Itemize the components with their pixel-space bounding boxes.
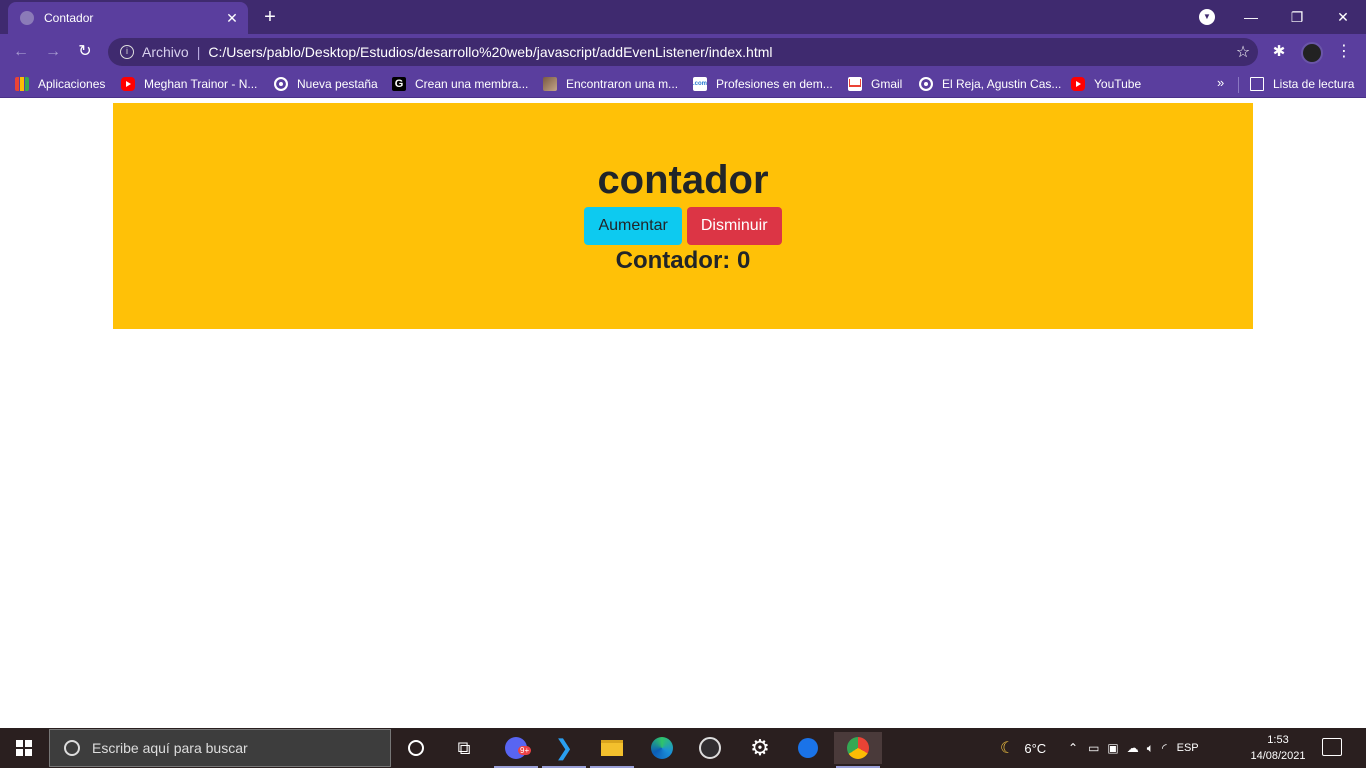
taskbar-clock[interactable]: 1:53 14/08/2021 — [1244, 732, 1312, 764]
page-favicon-icon — [20, 11, 34, 25]
browser-tab[interactable]: Contador ✕ — [8, 2, 248, 34]
reload-icon[interactable]: ↻ — [72, 39, 98, 65]
clock-date: 14/08/2021 — [1250, 750, 1306, 762]
url-text[interactable]: C:/Users/pablo/Desktop/Estudios/desarrol… — [208, 44, 1228, 60]
image-icon — [543, 77, 557, 91]
tab-strip: Contador ✕ + ▼ — ❐ ✕ — [0, 0, 1366, 34]
weather-widget[interactable]: ☾ 6°C — [1000, 728, 1046, 768]
counter-panel: contador Aumentar Disminuir Contador: 0 — [113, 103, 1253, 329]
vscode-icon: ❯ — [554, 735, 574, 760]
close-window-button[interactable]: ✕ — [1320, 0, 1366, 34]
bookmark-profesiones[interactable]: .com Profesiones en dem... — [693, 75, 833, 93]
youtube-icon — [1071, 77, 1085, 91]
taskbar-search-box[interactable]: Escribe aquí para buscar — [49, 729, 391, 767]
page-title: contador — [597, 158, 769, 202]
address-bar[interactable]: i Archivo | C:/Users/pablo/Desktop/Estud… — [108, 38, 1258, 66]
bookmark-star-icon[interactable]: ☆ — [1228, 42, 1258, 62]
bookmarks-bar: Aplicaciones Meghan Trainor - N... Nueva… — [0, 70, 1366, 98]
discord-taskbar-icon[interactable]: 9+ — [492, 732, 540, 768]
moon-icon: ☾ — [1000, 740, 1015, 757]
bookmark-meghan-trainor[interactable]: Meghan Trainor - N... — [121, 75, 257, 93]
extensions-puzzle-icon[interactable]: ✱ — [1270, 43, 1288, 61]
url-scheme-label: Archivo — [142, 44, 189, 60]
close-tab-icon[interactable]: ✕ — [222, 10, 242, 27]
reading-list-icon — [1250, 77, 1264, 91]
bookmarks-overflow-button[interactable]: » — [1217, 75, 1224, 90]
bookmark-encontraron[interactable]: Encontraron una m... — [543, 75, 678, 93]
maps-taskbar-icon[interactable] — [784, 732, 832, 764]
clock-time: 1:53 — [1267, 734, 1289, 746]
task-view-icon: ⧉ — [457, 737, 471, 758]
start-button[interactable] — [0, 728, 48, 768]
cortana-button[interactable] — [392, 732, 440, 764]
youtube-icon — [121, 77, 135, 91]
search-icon — [64, 740, 80, 756]
menu-dots-icon[interactable]: ⋮ — [1336, 42, 1352, 64]
discord-badge: 9+ — [518, 746, 532, 755]
increase-button[interactable]: Aumentar — [584, 207, 682, 245]
profile-avatar[interactable] — [1301, 42, 1323, 64]
back-arrow-icon[interactable]: ← — [8, 39, 34, 65]
chrome-taskbar-icon[interactable] — [834, 732, 882, 768]
obs-taskbar-icon[interactable] — [686, 732, 734, 764]
windows-logo-icon — [16, 740, 32, 756]
forward-arrow-icon[interactable]: → — [40, 39, 66, 65]
obs-icon — [699, 737, 721, 759]
apps-grid-icon — [15, 77, 29, 91]
volume-icon[interactable]: 🔈︎ — [1147, 741, 1154, 756]
minimize-button[interactable]: — — [1228, 0, 1274, 34]
tab-title: Contador — [44, 11, 94, 25]
decrease-button[interactable]: Disminuir — [686, 207, 782, 245]
edge-icon — [651, 737, 673, 759]
bookmark-aplicaciones[interactable]: Aplicaciones — [15, 75, 105, 93]
counter-display: Contador: 0 — [615, 247, 751, 274]
page-viewport: contador Aumentar Disminuir Contador: 0 — [0, 98, 1366, 728]
browser-toolbar: ← → ↻ i Archivo | C:/Users/pablo/Desktop… — [0, 34, 1366, 70]
button-group: Aumentar Disminuir — [113, 207, 1253, 245]
globe-icon — [919, 77, 933, 91]
chevron-up-icon[interactable]: ⌃ — [1068, 741, 1078, 755]
notification-center-icon[interactable] — [1322, 738, 1342, 756]
bookmark-crean-membresia[interactable]: G Crean una membra... — [392, 75, 528, 93]
settings-taskbar-icon[interactable]: ⚙ — [736, 732, 784, 764]
vscode-taskbar-icon[interactable]: ❯ — [540, 732, 588, 768]
g-icon: G — [392, 77, 406, 91]
battery-icon[interactable]: ▭ — [1088, 741, 1099, 755]
gmail-icon — [848, 77, 862, 91]
temperature-text: 6°C — [1024, 740, 1047, 756]
onedrive-cloud-icon[interactable]: ☁ — [1127, 741, 1139, 755]
cortana-circle-icon — [408, 740, 424, 756]
bookmark-gmail[interactable]: Gmail — [848, 75, 902, 93]
task-view-button[interactable]: ⧉ — [440, 732, 488, 764]
new-tab-button[interactable]: + — [258, 5, 282, 29]
bookmarks-divider — [1238, 77, 1239, 93]
info-icon[interactable]: i — [120, 45, 134, 59]
file-explorer-taskbar-icon[interactable] — [588, 732, 636, 768]
dotcom-icon: .com — [693, 77, 707, 91]
url-separator: | — [196, 44, 201, 60]
globe-icon — [274, 77, 288, 91]
chrome-icon — [847, 737, 869, 759]
language-indicator[interactable]: ESP — [1177, 742, 1199, 754]
wifi-icon[interactable]: ◜ — [1162, 741, 1167, 755]
meet-now-icon[interactable]: ▣ — [1107, 741, 1118, 755]
tab-search-icon[interactable]: ▼ — [1199, 9, 1215, 25]
bookmark-youtube[interactable]: YouTube — [1071, 75, 1141, 93]
bookmark-nueva-pestana[interactable]: Nueva pestaña — [274, 75, 378, 93]
gear-icon: ⚙ — [750, 735, 770, 760]
folder-icon — [601, 740, 623, 756]
edge-taskbar-icon[interactable] — [638, 732, 686, 764]
system-tray-icons: ⌃ ▭ ▣ ☁ 🔈︎ ◜ ESP — [1068, 728, 1199, 768]
map-pin-icon — [798, 738, 818, 758]
restore-button[interactable]: ❐ — [1274, 0, 1320, 34]
bookmark-el-reja[interactable]: El Reja, Agustin Cas... — [919, 75, 1061, 93]
windows-taskbar: Escribe aquí para buscar ⧉ 9+ ❯ ⚙ ☾ 6°C … — [0, 728, 1366, 768]
reading-list-button[interactable]: Lista de lectura — [1250, 75, 1354, 93]
search-placeholder: Escribe aquí para buscar — [92, 740, 248, 756]
